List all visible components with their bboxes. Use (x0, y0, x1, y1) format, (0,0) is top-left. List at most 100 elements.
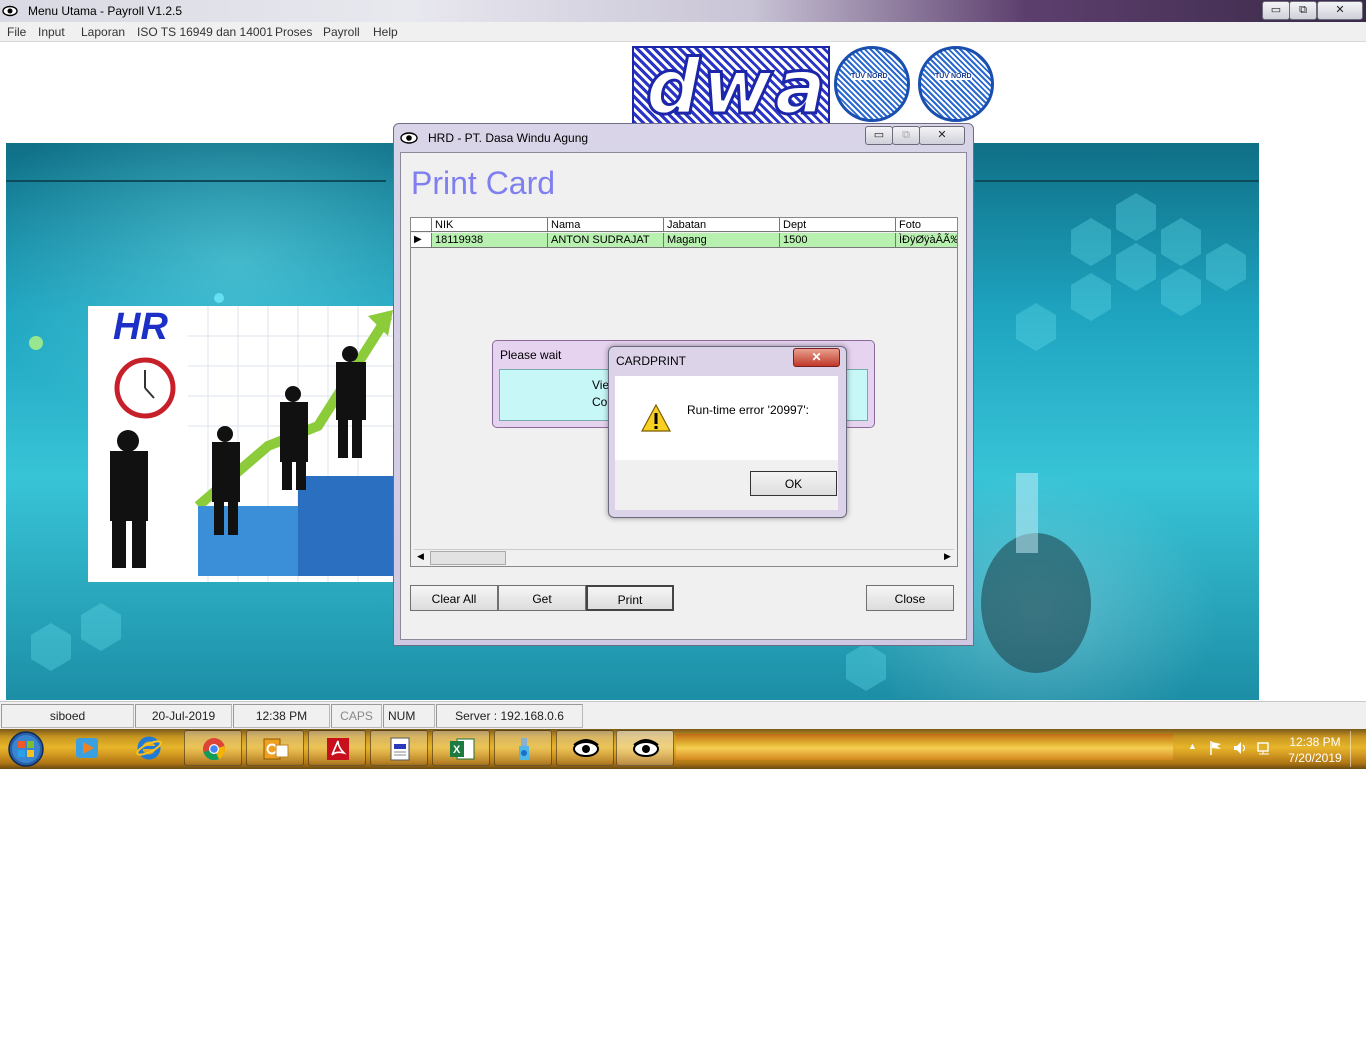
media-player-icon (76, 738, 98, 758)
please-wait-line1: Vie (592, 378, 610, 392)
tuv-cert-1-text: TÜV NORD (851, 73, 888, 80)
menu-iso[interactable]: ISO TS 16949 dan 14001 (137, 25, 273, 39)
outlook-icon (263, 738, 289, 760)
hrd-minimize-button[interactable]: ▭ (865, 126, 893, 145)
cell-jabatan[interactable]: Magang (664, 233, 780, 248)
column-header-foto[interactable]: Foto (896, 218, 957, 232)
cell-dept[interactable]: 1500 (780, 233, 896, 248)
scroll-left-icon[interactable]: ◀ (417, 551, 424, 562)
taskbar: X ▲ 12:38 PM 7/20/2019 (0, 729, 1366, 769)
cardprint-error-dialog: CARDPRINT ✕ Run-time error '20997': OK (608, 346, 847, 518)
action-center-flag-icon[interactable] (1208, 740, 1224, 756)
taskbar-media-player[interactable] (60, 730, 114, 766)
hrd-maximize-button[interactable]: ⧉ (892, 126, 920, 145)
status-num: NUM (383, 704, 435, 728)
cell-foto[interactable]: ÌÐÿØÿàÂÃ‰¤ÿ (896, 233, 957, 248)
internet-explorer-icon (136, 736, 162, 760)
taskbar-eye-app-active[interactable] (616, 730, 674, 766)
cardprint-title: CARDPRINT (616, 354, 687, 368)
taskbar-clock[interactable]: 12:38 PM 7/20/2019 (1280, 734, 1350, 766)
hrd-close-button[interactable]: ✕ (919, 126, 965, 145)
eye-app-icon (633, 739, 659, 757)
horizontal-scrollbar[interactable]: ◀ ▶ (414, 549, 954, 565)
network-icon[interactable] (1256, 740, 1272, 756)
error-message: Run-time error '20997': (687, 403, 809, 417)
excel-icon: X (450, 738, 475, 760)
bg-divider-left (6, 180, 386, 182)
menu-help[interactable]: Help (373, 25, 398, 39)
installer-icon (519, 738, 529, 760)
menu-input[interactable]: Input (38, 25, 65, 39)
print-button[interactable]: Print (586, 585, 674, 611)
hr-image-label: HR (113, 306, 168, 348)
taskbar-excel[interactable]: X (432, 730, 490, 766)
scroll-thumb[interactable] (430, 551, 506, 565)
ok-button[interactable]: OK (750, 471, 837, 496)
menu-proses[interactable]: Proses (275, 25, 312, 39)
menu-file[interactable]: File (7, 25, 26, 39)
eye-app-icon (573, 739, 599, 757)
cardprint-button-area: OK (615, 460, 838, 510)
row-selector-arrow[interactable]: ▶ (411, 233, 432, 248)
eye-app-icon (400, 132, 418, 144)
clock-time: 12:38 PM (1289, 735, 1341, 749)
hrd-window-title: HRD - PT. Dasa Windu Agung (428, 131, 589, 145)
taskbar-chrome[interactable] (184, 730, 242, 766)
status-time: 12:38 PM (233, 704, 330, 728)
hr-illustration: HR (88, 306, 393, 582)
status-server: Server : 192.168.0.6 (436, 704, 583, 728)
warning-icon (641, 404, 671, 432)
column-header-jabatan[interactable]: Jabatan (664, 218, 780, 232)
eye-app-icon (2, 5, 18, 17)
scroll-right-icon[interactable]: ▶ (944, 551, 951, 562)
windows-start-icon[interactable] (6, 730, 46, 768)
clock-date: 7/20/2019 (1288, 751, 1342, 765)
taskbar-acrobat-reader[interactable] (308, 730, 366, 766)
taskbar-internet-explorer[interactable] (120, 730, 178, 766)
document-icon (390, 737, 410, 761)
show-hidden-icons-icon[interactable]: ▲ (1188, 741, 1197, 751)
menu-payroll[interactable]: Payroll (323, 25, 360, 39)
company-logo-text: dwa (645, 41, 828, 133)
bg-right-area (1259, 143, 1366, 700)
tuv-cert-logo-1: TÜV NORD (834, 46, 910, 122)
column-header-nama[interactable]: Nama (548, 218, 664, 232)
main-window-title: Menu Utama - Payroll V1.2.5 (28, 4, 183, 18)
close-button[interactable]: ✕ (1317, 1, 1363, 20)
menu-bar: File Input Laporan ISO TS 16949 dan 1400… (0, 22, 1366, 42)
print-card-heading: Print Card (411, 165, 556, 201)
status-bar: siboed 20-Jul-2019 12:38 PM CAPS NUM Ser… (0, 701, 1366, 730)
cell-nik[interactable]: 18119938 (432, 233, 548, 248)
taskbar-eye-app[interactable] (556, 730, 614, 766)
taskbar-app-installer[interactable] (494, 730, 552, 766)
status-caps: CAPS (331, 704, 382, 728)
taskbar-decoration (676, 734, 1173, 760)
status-date: 20-Jul-2019 (135, 704, 232, 728)
cell-nama[interactable]: ANTON SUDRAJAT (548, 233, 664, 248)
status-user: siboed (1, 704, 134, 728)
get-button[interactable]: Get (498, 585, 586, 611)
please-wait-title: Please wait (500, 348, 562, 362)
company-logo: dwa (632, 41, 830, 133)
close-hrd-button[interactable]: Close (866, 585, 954, 611)
cardprint-close-button[interactable]: ✕ (793, 348, 840, 367)
column-header-dept[interactable]: Dept (780, 218, 896, 232)
maximize-button[interactable]: ⧉ (1289, 1, 1317, 20)
tuv-cert-2-text: TÜV NORD (935, 73, 972, 80)
taskbar-notepad-document[interactable] (370, 730, 428, 766)
tuv-cert-logo-2: TÜV NORD (918, 46, 994, 122)
grid-corner (411, 218, 432, 232)
main-window-titlebar: Menu Utama - Payroll V1.2.5 ▭ ⧉ ✕ (0, 0, 1366, 22)
volume-icon[interactable] (1232, 740, 1248, 756)
svg-text:X: X (453, 744, 461, 756)
menu-laporan[interactable]: Laporan (81, 25, 125, 39)
bg-divider-right (975, 180, 1259, 182)
column-header-nik[interactable]: NIK (432, 218, 548, 232)
chrome-icon (203, 738, 225, 761)
taskbar-outlook[interactable] (246, 730, 304, 766)
show-desktop-button[interactable] (1350, 731, 1365, 767)
acrobat-reader-icon (327, 738, 349, 760)
clear-all-button[interactable]: Clear All (410, 585, 498, 611)
minimize-button[interactable]: ▭ (1262, 1, 1290, 20)
cardprint-message-area: Run-time error '20997': (615, 376, 838, 460)
